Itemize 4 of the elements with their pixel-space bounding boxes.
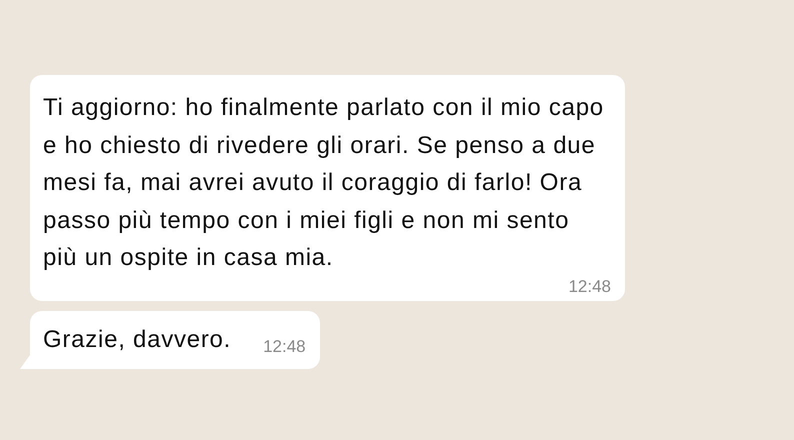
message-time: 12:48: [263, 336, 306, 357]
message-time: 12:48: [568, 276, 611, 297]
message-text: Grazie, davvero.: [43, 324, 232, 355]
message-text: Ti aggiorno: ho finalmente parlato con il mio capo e ho chiesto di rivedere gli orari. Se penso a due mesi fa, mai avrei avuto il coraggio di farlo! Ora passo più tempo con i miei figli e non mi sento più un ospite in casa mia.: [43, 93, 605, 274]
